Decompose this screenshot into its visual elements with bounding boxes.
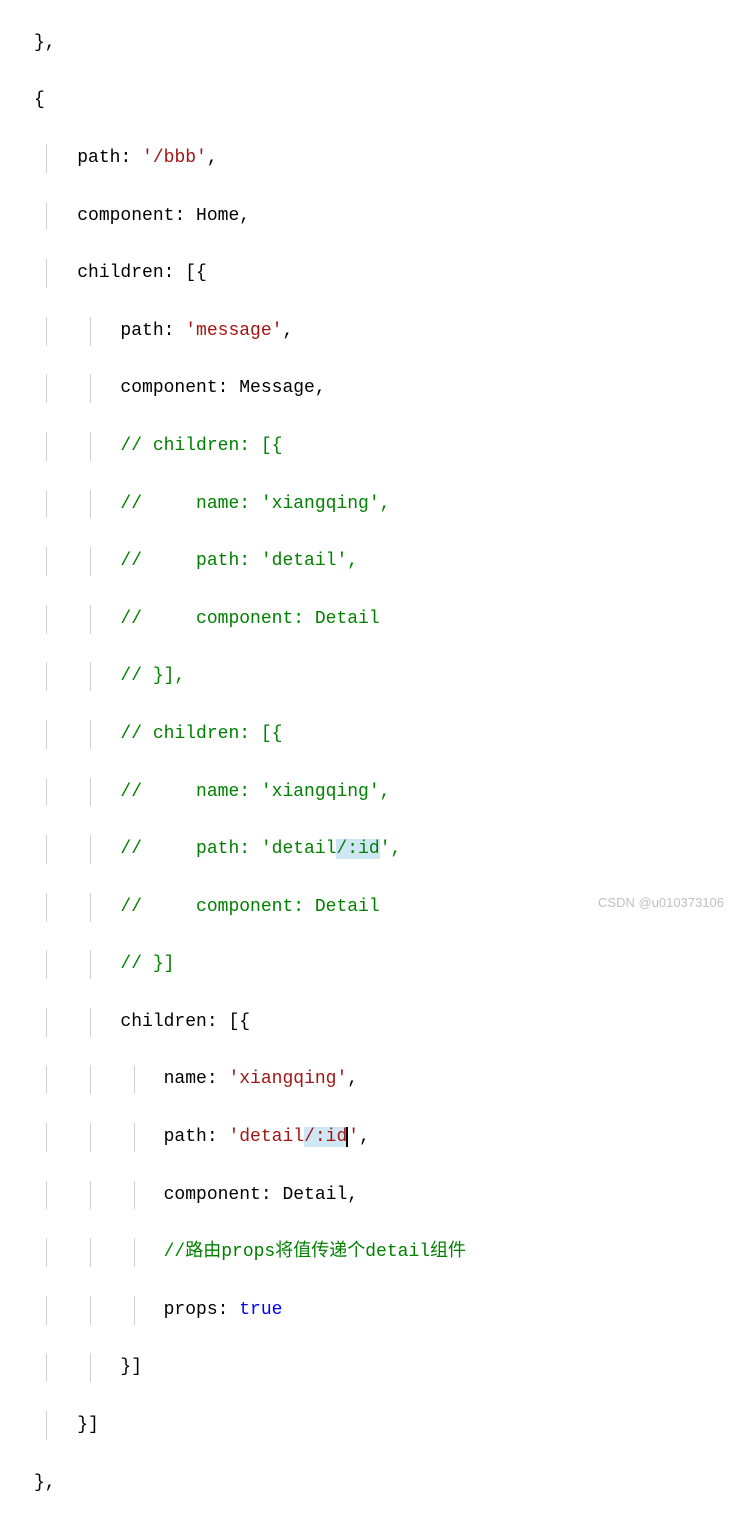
colon: : — [218, 378, 240, 398]
code-line: // name: 'xiangqing', — [10, 490, 724, 519]
code-line: // path: 'detail/:id', — [10, 835, 724, 864]
comment: // component: Detail — [120, 609, 379, 629]
comment: // path: 'detail — [120, 839, 336, 859]
comma: , — [347, 1069, 358, 1089]
code-line: children: [{ — [10, 259, 724, 288]
colon: : — [207, 1127, 229, 1147]
string-value: 'xiangqing' — [228, 1069, 347, 1089]
property: component — [77, 206, 174, 226]
colon: : — [207, 1069, 229, 1089]
colon: : — [218, 1300, 240, 1320]
string-value: 'message' — [185, 321, 282, 341]
code-line: // children: [{ — [10, 720, 724, 749]
comment: // path: 'detail', — [120, 551, 358, 571]
comment: // }] — [120, 954, 174, 974]
colon: : — [261, 1185, 283, 1205]
code-line: path: 'detail/:id', — [10, 1123, 724, 1152]
code-line: { — [10, 86, 724, 115]
code-line: // name: 'xiangqing', — [10, 778, 724, 807]
code-line: props: true — [10, 1296, 724, 1325]
code-line: }] — [10, 1353, 724, 1382]
string-value: ' — [348, 1127, 359, 1147]
code-line: }, — [10, 1469, 724, 1498]
comma: , — [315, 378, 326, 398]
comma: , — [207, 148, 218, 168]
property: name — [164, 1069, 207, 1089]
code-line: component: Message, — [10, 374, 724, 403]
code-line: name: 'xiangqing', — [10, 1065, 724, 1094]
string-highlighted: /:id — [304, 1127, 347, 1147]
string-value: 'detail — [228, 1127, 304, 1147]
string-value: '/bbb' — [142, 148, 207, 168]
comment: // children: [{ — [120, 436, 282, 456]
colon: : — [207, 1012, 229, 1032]
brace-close: }, — [34, 1473, 56, 1493]
bracket-close: }] — [77, 1415, 99, 1435]
code-line: component: Home, — [10, 202, 724, 231]
code-line: }, — [10, 29, 724, 58]
colon: : — [164, 321, 186, 341]
comma: , — [359, 1127, 370, 1147]
comment: // name: 'xiangqing', — [120, 494, 390, 514]
property: children — [77, 263, 163, 283]
code-line: children: [{ — [10, 1008, 724, 1037]
colon: : — [120, 148, 142, 168]
code-editor: }, { path: '/bbb', component: Home, chil… — [0, 0, 734, 1526]
code-line: // path: 'detail', — [10, 547, 724, 576]
code-line: path: 'message', — [10, 317, 724, 346]
identifier: Home — [196, 206, 239, 226]
brace-open: { — [34, 90, 45, 110]
punctuation: }, — [34, 33, 56, 53]
comment: // component: Detail — [120, 897, 379, 917]
identifier: Message — [239, 378, 315, 398]
identifier: Detail — [282, 1185, 347, 1205]
code-line: path: '/bbb', — [10, 144, 724, 173]
comma: , — [282, 321, 293, 341]
comment: // children: [{ — [120, 724, 282, 744]
code-line: // component: Detail — [10, 605, 724, 634]
property: path — [120, 321, 163, 341]
property: props — [164, 1300, 218, 1320]
comment: ', — [380, 839, 402, 859]
code-line: }] — [10, 1411, 724, 1440]
comma: , — [347, 1185, 358, 1205]
comment: // }], — [120, 666, 185, 686]
code-line: // }], — [10, 662, 724, 691]
property: path — [77, 148, 120, 168]
watermark: CSDN @u010373106 — [598, 893, 724, 914]
property: component — [120, 378, 217, 398]
property: children — [120, 1012, 206, 1032]
code-line: component: Detail, — [10, 1181, 724, 1210]
comment-highlighted: /:id — [336, 839, 379, 859]
code-line: //路由props将值传递个detail组件 — [10, 1238, 724, 1267]
comment: //路由props将值传递个detail组件 — [164, 1242, 466, 1262]
code-line: // children: [{ — [10, 432, 724, 461]
colon: : — [174, 206, 196, 226]
colon: : — [164, 263, 186, 283]
bracket-close: }] — [120, 1357, 142, 1377]
bracket-open: [{ — [228, 1012, 250, 1032]
property: component — [164, 1185, 261, 1205]
code-line: // }] — [10, 950, 724, 979]
property: path — [164, 1127, 207, 1147]
comment: // name: 'xiangqing', — [120, 782, 390, 802]
bracket-open: [{ — [185, 263, 207, 283]
keyword-true: true — [239, 1300, 282, 1320]
comma: , — [239, 206, 250, 226]
